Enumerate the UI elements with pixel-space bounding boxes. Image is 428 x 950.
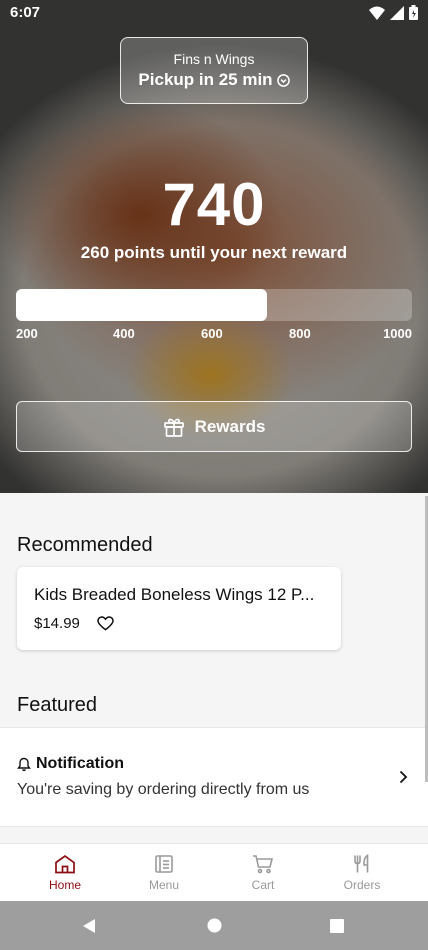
- system-navigation-bar: [0, 901, 428, 950]
- nav-cart[interactable]: Cart: [214, 844, 312, 902]
- points-remaining-text: 260 points until your next reward: [80, 243, 348, 262]
- nav-home[interactable]: Home: [16, 844, 114, 902]
- item-price: $14.99: [34, 615, 80, 632]
- nav-cart-label: Cart: [251, 878, 275, 892]
- bottom-navigation: Home Menu Cart Orders: [0, 843, 428, 901]
- notification-card[interactable]: Notification You're saving by ordering d…: [0, 727, 428, 827]
- battery-icon: [409, 5, 418, 20]
- featured-heading: Featured: [17, 694, 98, 716]
- rewards-progress-fill: [16, 289, 268, 321]
- tier-label: 200: [16, 326, 38, 341]
- heart-icon[interactable]: [97, 616, 114, 631]
- notification-title: Notification: [36, 755, 124, 772]
- recents-button[interactable]: [307, 901, 367, 950]
- bell-icon: [17, 757, 31, 771]
- recommended-heading: Recommended: [17, 534, 153, 556]
- status-time: 6:07: [10, 4, 41, 21]
- menu-icon: [155, 855, 173, 873]
- location-selector[interactable]: Fins n Wings Pickup in 25 min: [120, 37, 308, 104]
- recents-square-icon: [330, 918, 344, 933]
- rewards-button-label: Rewards: [194, 416, 266, 436]
- nav-orders-label: Orders: [343, 878, 381, 892]
- home-system-button[interactable]: [184, 901, 244, 950]
- points-total: 740: [162, 171, 266, 238]
- back-button[interactable]: [59, 901, 119, 950]
- rewards-tier-labels: 200 400 600 800 1000: [16, 326, 412, 342]
- notification-title-row: Notification: [17, 755, 124, 773]
- rewards-hero: 6:07 Fins n Wings Pickup in 25 min 740 2…: [0, 0, 428, 493]
- status-bar: 6:07: [0, 0, 428, 26]
- item-name: Kids Breaded Boneless Wings 12 P...: [34, 585, 315, 604]
- orders-icon: [354, 854, 369, 873]
- wifi-icon: [369, 6, 385, 20]
- cart-icon: [253, 855, 274, 874]
- recommended-item-card[interactable]: Kids Breaded Boneless Wings 12 P... $14.…: [17, 567, 341, 650]
- pickup-time: Pickup in 25 min: [121, 70, 307, 90]
- tier-label: 1000: [383, 326, 412, 341]
- nav-home-label: Home: [48, 878, 81, 892]
- gift-icon: [163, 418, 184, 437]
- home-circle-icon: [207, 918, 221, 933]
- restaurant-name: Fins n Wings: [173, 51, 255, 67]
- notification-body: You're saving by ordering directly from …: [17, 781, 310, 798]
- rewards-button[interactable]: Rewards: [16, 401, 412, 452]
- pickup-time-label: Pickup in 25 min: [138, 70, 273, 89]
- chevron-down-circle-icon: [276, 74, 290, 87]
- rewards-progress-bar: [16, 289, 412, 321]
- status-icons: [369, 5, 418, 20]
- chevron-right-icon: [399, 770, 408, 784]
- signal-icon: [390, 5, 404, 20]
- home-icon: [55, 854, 75, 874]
- nav-menu[interactable]: Menu: [115, 844, 213, 902]
- tier-label: 800: [289, 326, 311, 341]
- tier-label: 600: [201, 326, 223, 341]
- nav-menu-label: Menu: [148, 878, 180, 892]
- back-triangle-icon: [83, 918, 95, 933]
- nav-orders[interactable]: Orders: [313, 844, 411, 902]
- tier-label: 400: [113, 326, 135, 341]
